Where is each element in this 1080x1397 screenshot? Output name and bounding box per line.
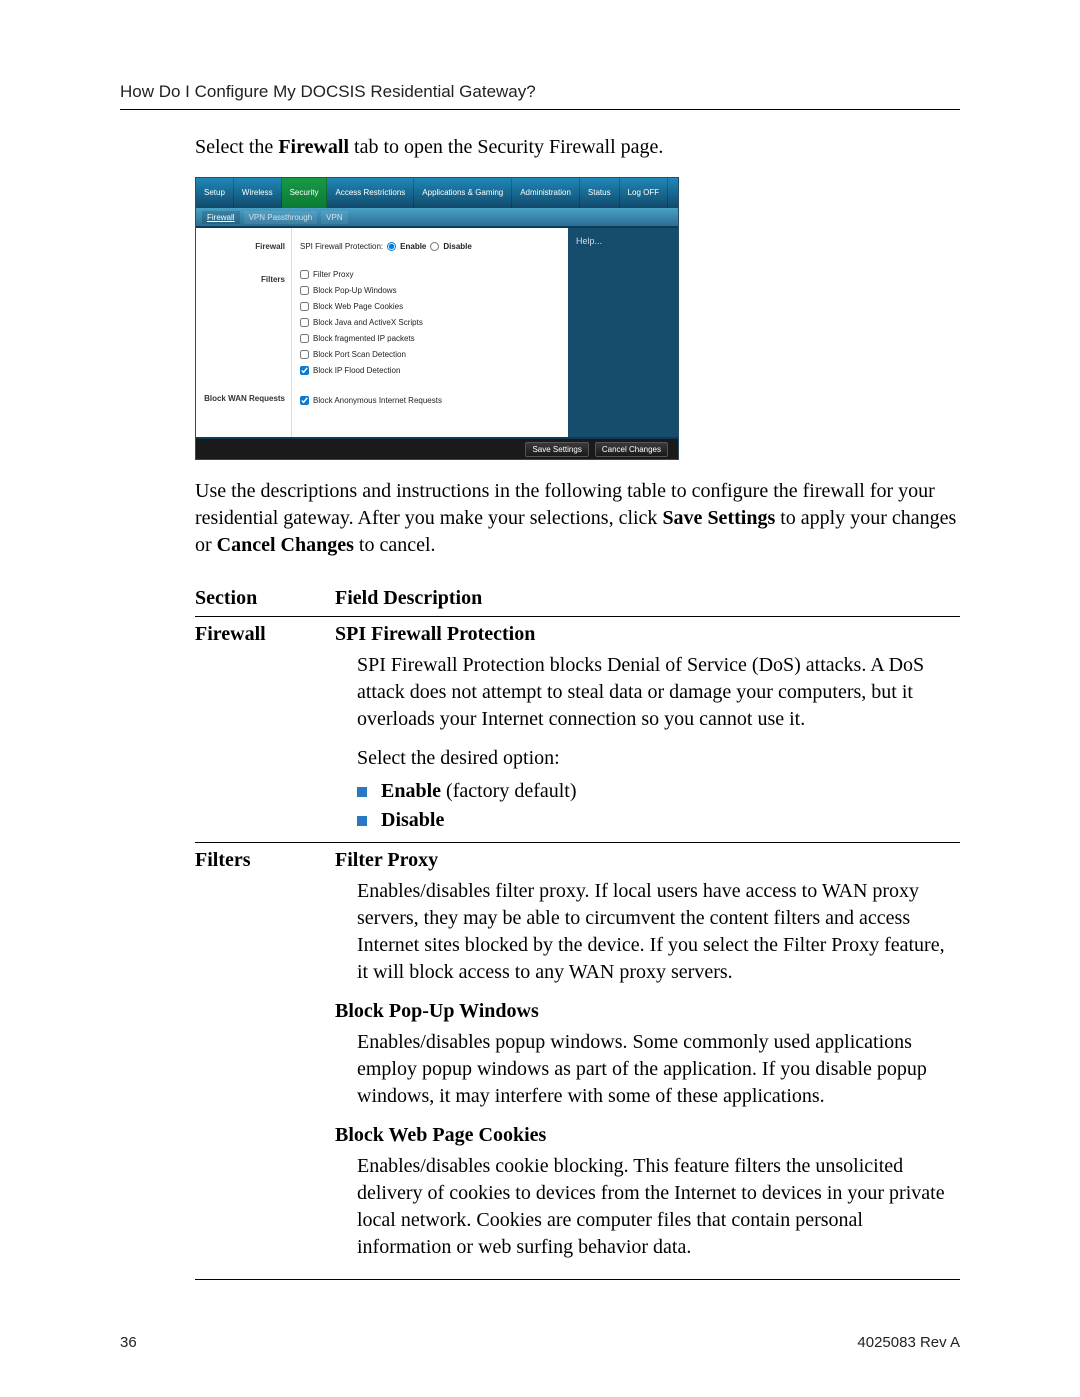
router-subnav: Firewall VPN Passthrough VPN [196, 208, 678, 226]
body-paragraph: Use the descriptions and instructions in… [195, 478, 960, 559]
tab-wireless[interactable]: Wireless [234, 178, 282, 208]
th-fielddesc: Field Description [335, 587, 960, 617]
intro-bold: Firewall [278, 136, 349, 158]
intro-pre: Select the [195, 136, 278, 158]
filter-proxy-cb[interactable] [300, 270, 309, 279]
save-settings-button[interactable]: Save Settings [525, 442, 588, 457]
cancel-changes-button[interactable]: Cancel Changes [595, 442, 668, 457]
bullet-disable: Disable [357, 809, 960, 832]
block-frag-lbl: Block fragmented IP packets [313, 334, 415, 343]
block-popup-title: Block Pop-Up Windows [335, 1000, 960, 1023]
tab-logoff[interactable]: Log OFF [620, 178, 669, 208]
tab-apps-gaming[interactable]: Applications & Gaming [414, 178, 512, 208]
router-footer: Save Settings Cancel Changes [196, 439, 678, 459]
tab-admin[interactable]: Administration [512, 178, 580, 208]
router-main-nav: Setup Wireless Security Access Restricti… [196, 178, 678, 208]
page-header: How Do I Configure My DOCSIS Residential… [120, 82, 960, 110]
doc-revision: 4025083 Rev A [857, 1334, 960, 1351]
block-popup-row: Block Pop-Up Windows [300, 286, 560, 295]
block-java-row: Block Java and ActiveX Scripts [300, 318, 560, 327]
config-table: Section Field Description Firewall SPI F… [195, 587, 960, 1280]
body1-end: to cancel. [354, 534, 436, 556]
block-ipflood-lbl: Block IP Flood Detection [313, 366, 400, 375]
fd-filters: Filter Proxy Enables/disables filter pro… [335, 843, 960, 1280]
page-footer: 36 4025083 Rev A [120, 1334, 960, 1351]
spi-label: SPI Firewall Protection: [300, 242, 383, 251]
sec-filters: Filters [195, 843, 335, 1280]
subtab-firewall[interactable]: Firewall [202, 211, 240, 224]
spi-enable-text: Enable [400, 242, 426, 251]
label-firewall: Firewall [200, 242, 285, 251]
page-number: 36 [120, 1334, 137, 1351]
block-ipflood-row: Block IP Flood Detection [300, 366, 560, 375]
router-left-labels: Firewall Filters Block WAN Requests [196, 228, 292, 437]
spi-enable-radio[interactable] [387, 242, 396, 251]
label-filters: Filters [200, 275, 285, 284]
spi-row: SPI Firewall Protection: Enable Disable [300, 242, 560, 251]
block-portscan-lbl: Block Port Scan Detection [313, 350, 406, 359]
filter-proxy-title: Filter Proxy [335, 849, 960, 872]
block-java-cb[interactable] [300, 318, 309, 327]
block-cookies-p: Enables/disables cookie blocking. This f… [357, 1153, 960, 1261]
tab-access-restrictions[interactable]: Access Restrictions [327, 178, 414, 208]
square-bullet-icon [357, 787, 367, 797]
block-cookies-cb[interactable] [300, 302, 309, 311]
router-settings: SPI Firewall Protection: Enable Disable … [292, 228, 568, 437]
spi-p1: SPI Firewall Protection blocks Denial of… [357, 652, 960, 733]
block-popup-p: Enables/disables popup windows. Some com… [357, 1029, 960, 1110]
block-anon-lbl: Block Anonymous Internet Requests [313, 396, 442, 405]
block-portscan-row: Block Port Scan Detection [300, 350, 560, 359]
tab-security[interactable]: Security [282, 178, 328, 208]
sec-firewall: Firewall [195, 617, 335, 843]
enable-b: Enable [381, 780, 441, 802]
filter-proxy-lbl: Filter Proxy [313, 270, 353, 279]
block-popup-lbl: Block Pop-Up Windows [313, 286, 397, 295]
router-help-panel: Help... [568, 228, 678, 437]
block-cookies-row: Block Web Page Cookies [300, 302, 560, 311]
block-java-lbl: Block Java and ActiveX Scripts [313, 318, 423, 327]
square-bullet-icon [357, 816, 367, 826]
router-screenshot: Setup Wireless Security Access Restricti… [195, 177, 679, 460]
block-frag-row: Block fragmented IP packets [300, 334, 560, 343]
block-cookies-title: Block Web Page Cookies [335, 1124, 960, 1147]
body1-b1: Save Settings [662, 507, 775, 529]
bullet-enable: Enable (factory default) [357, 780, 960, 803]
label-block-wan: Block WAN Requests [200, 394, 285, 403]
intro-post: tab to open the Security Firewall page. [349, 136, 663, 158]
block-ipflood-cb[interactable] [300, 366, 309, 375]
disable-b: Disable [381, 809, 444, 831]
filter-proxy-p: Enables/disables filter proxy. If local … [357, 878, 960, 986]
spi-disable-text: Disable [443, 242, 471, 251]
tab-setup[interactable]: Setup [196, 178, 234, 208]
tab-status[interactable]: Status [580, 178, 620, 208]
intro-line: Select the Firewall tab to open the Secu… [195, 134, 960, 161]
spi-title: SPI Firewall Protection [335, 623, 960, 646]
filter-proxy-row: Filter Proxy [300, 270, 560, 279]
spi-p2: Select the desired option: [357, 747, 960, 770]
block-cookies-lbl: Block Web Page Cookies [313, 302, 403, 311]
router-body: Firewall Filters Block WAN Requests SPI … [196, 226, 678, 439]
th-section: Section [195, 587, 335, 617]
help-link[interactable]: Help... [576, 236, 602, 246]
block-anon-row: Block Anonymous Internet Requests [300, 396, 560, 405]
subtab-vpn[interactable]: VPN [321, 211, 347, 224]
subtab-vpn-pass[interactable]: VPN Passthrough [244, 211, 318, 224]
body1-b2: Cancel Changes [217, 534, 354, 556]
block-portscan-cb[interactable] [300, 350, 309, 359]
block-anon-cb[interactable] [300, 396, 309, 405]
block-popup-cb[interactable] [300, 286, 309, 295]
spi-disable-radio[interactable] [430, 242, 439, 251]
enable-rest: (factory default) [441, 780, 576, 802]
fd-firewall: SPI Firewall Protection SPI Firewall Pro… [335, 617, 960, 843]
block-frag-cb[interactable] [300, 334, 309, 343]
